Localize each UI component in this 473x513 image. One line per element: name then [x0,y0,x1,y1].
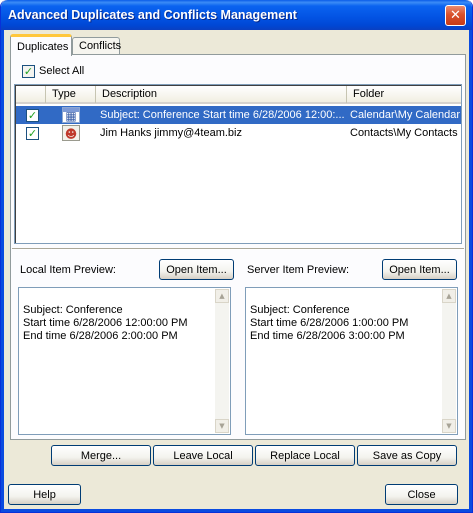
tab-duplicates[interactable]: Duplicates [10,34,72,56]
tab-conflicts-label: Conflicts [79,40,122,52]
scroll-up-icon[interactable]: ▲ [215,289,229,303]
row-checkbox[interactable]: ✓ [26,109,39,122]
tab-conflicts[interactable]: Conflicts [72,37,122,54]
leave-local-button[interactable]: Leave Local [153,445,253,466]
row-description: Jim Hanks jimmy@4team.biz [100,127,242,139]
close-icon: ✕ [450,8,461,23]
local-preview-scrollbar[interactable]: ▲ ▼ [215,289,229,433]
local-preview-text: Subject: Conference Start time 6/28/2006… [23,304,188,342]
scroll-down-icon[interactable]: ▼ [442,419,456,433]
save-as-copy-button[interactable]: Save as Copy [357,445,457,466]
window-title: Advanced Duplicates and Conflicts Manage… [8,8,297,22]
row-folder: Contacts\My Contacts [350,127,458,139]
open-local-item-button[interactable]: Open Item... [159,259,234,280]
duplicates-list[interactable]: Type Description Folder ✓ ▦ Subject: Con… [14,84,462,244]
open-server-item-button[interactable]: Open Item... [382,259,457,280]
title-bar[interactable]: Advanced Duplicates and Conflicts Manage… [1,0,472,30]
merge-button[interactable]: Merge... [51,445,151,466]
replace-local-button[interactable]: Replace Local [255,445,355,466]
help-button[interactable]: Help [8,484,81,505]
row-checkbox[interactable]: ✓ [26,127,39,140]
window-border-left [1,30,4,512]
panel-separator [12,248,464,250]
local-item-preview[interactable]: Subject: Conference Start time 6/28/2006… [18,287,231,435]
scroll-up-icon[interactable]: ▲ [442,289,456,303]
close-button[interactable]: Close [385,484,458,505]
calendar-icon: ▦ [62,107,80,123]
table-row[interactable]: ✓ ☻ Jim Hanks jimmy@4team.biz Contacts\M… [16,124,461,142]
window-close-button[interactable]: ✕ [445,5,466,26]
tab-duplicates-label: Duplicates [17,40,69,53]
column-folder[interactable]: Folder [347,86,461,103]
server-preview-label: Server Item Preview: [247,264,350,276]
window-border-right [469,30,472,512]
scroll-down-icon[interactable]: ▼ [215,419,229,433]
select-all-checkbox[interactable]: ✓ [22,65,35,78]
local-preview-label: Local Item Preview: [20,264,116,276]
server-preview-text: Subject: Conference Start time 6/28/2006… [250,304,409,342]
row-description: Subject: Conference Start time 6/28/2006… [100,109,344,121]
server-preview-scrollbar[interactable]: ▲ ▼ [442,289,456,433]
row-folder: Calendar\My Calendar [350,109,461,121]
column-type[interactable]: Type [46,86,96,103]
column-description[interactable]: Description [96,86,347,103]
table-row[interactable]: ✓ ▦ Subject: Conference Start time 6/28/… [16,106,461,124]
server-item-preview[interactable]: Subject: Conference Start time 6/28/2006… [245,287,458,435]
column-check[interactable] [16,86,46,103]
window-border-bottom [1,509,472,512]
list-header: Type Description Folder [16,86,461,104]
contact-icon: ☻ [62,125,80,141]
dialog-window: Advanced Duplicates and Conflicts Manage… [0,0,473,513]
select-all-label: Select All [39,65,85,77]
